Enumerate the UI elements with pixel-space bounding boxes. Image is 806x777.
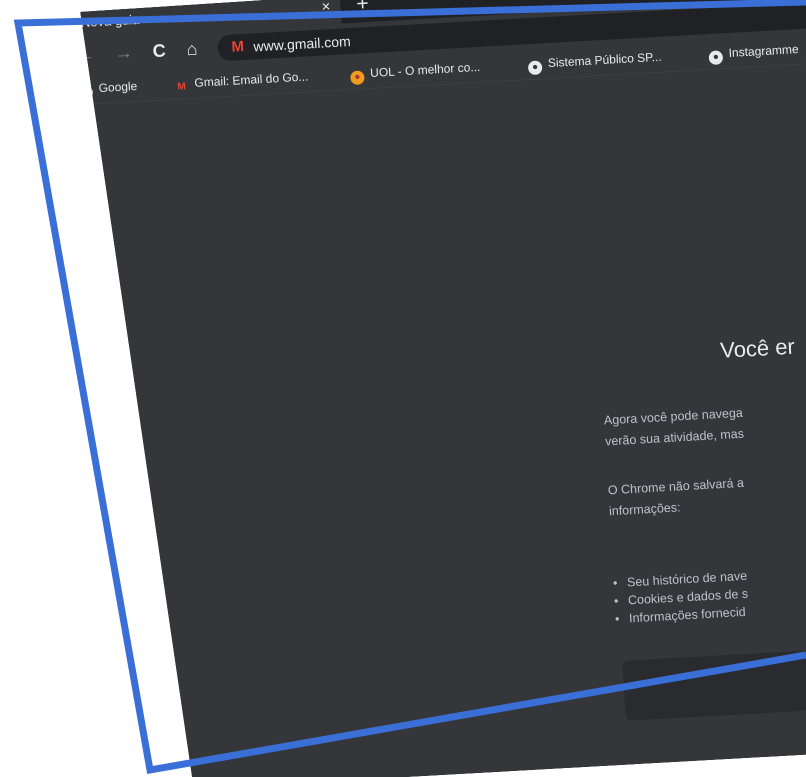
blue-photo-frame <box>13 0 806 775</box>
